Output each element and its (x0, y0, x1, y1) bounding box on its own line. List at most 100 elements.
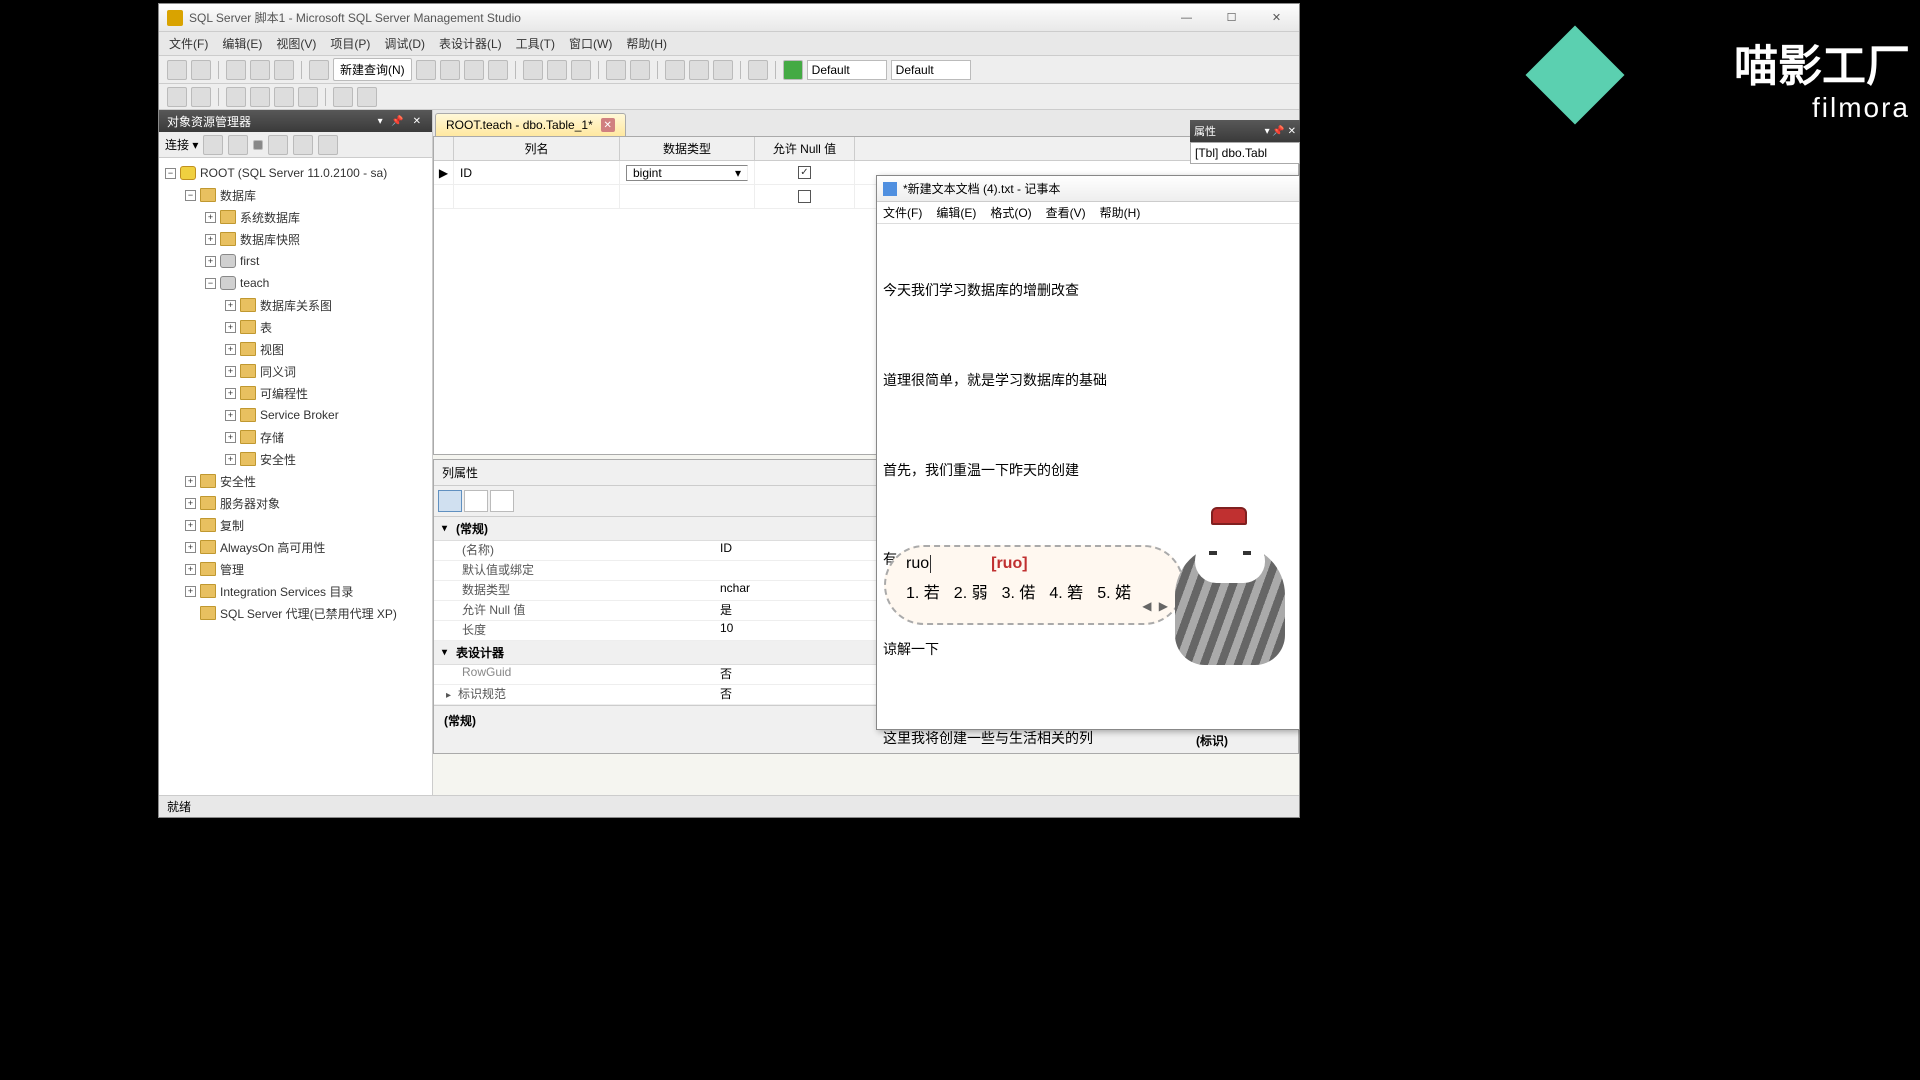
tab-table-designer[interactable]: ROOT.teach - dbo.Table_1* ✕ (435, 113, 626, 136)
tb2-icon-7[interactable] (333, 87, 353, 107)
ime-cand-4[interactable]: 4. 箬 (1049, 579, 1083, 603)
minimize-button[interactable]: — (1164, 6, 1209, 30)
tb-icon-6[interactable] (689, 60, 709, 80)
menu-file[interactable]: 文件(F) (169, 35, 208, 52)
ime-cand-2[interactable]: 2. 弱 (954, 579, 988, 603)
np-menu-view[interactable]: 查看(V) (1046, 204, 1086, 221)
tree-db-snapshot[interactable]: +数据库快照 (159, 228, 432, 250)
tb-icon-1[interactable] (416, 60, 436, 80)
prop-pages-icon[interactable] (490, 490, 514, 512)
redo-icon[interactable] (630, 60, 650, 80)
np-menu-file[interactable]: 文件(F) (883, 204, 922, 221)
tree-server-objects[interactable]: +服务器对象 (159, 492, 432, 514)
np-menu-help[interactable]: 帮助(H) (1100, 204, 1141, 221)
tree-security[interactable]: +安全性 (159, 470, 432, 492)
undo-icon[interactable] (606, 60, 626, 80)
tb-icon-2[interactable] (440, 60, 460, 80)
np-menu-format[interactable]: 格式(O) (990, 204, 1031, 221)
menu-tools[interactable]: 工具(T) (516, 35, 555, 52)
tb2-icon-2[interactable] (191, 87, 211, 107)
tree-sys-db[interactable]: +系统数据库 (159, 206, 432, 228)
tree-db-teach[interactable]: −teach (159, 272, 432, 294)
tb2-icon-6[interactable] (298, 87, 318, 107)
new-query-button[interactable]: 新建查询(N) (333, 58, 412, 81)
cell-col-name[interactable]: ID (454, 161, 620, 184)
open-file-icon[interactable] (226, 60, 246, 80)
menu-debug[interactable]: 调试(D) (384, 35, 425, 52)
tree-programmability[interactable]: +可编程性 (159, 382, 432, 404)
null-checkbox[interactable]: ✓ (798, 166, 811, 179)
menu-project[interactable]: 项目(P) (330, 35, 370, 52)
tree-views[interactable]: +视图 (159, 338, 432, 360)
tb2-icon-3[interactable] (226, 87, 246, 107)
tree-synonyms[interactable]: +同义词 (159, 360, 432, 382)
oe-filter-icon[interactable] (268, 135, 288, 155)
ime-candidate-window[interactable]: ruo [ruo] 1. 若 2. 弱 3. 偌 4. 箬 5. 婼 ◀ ▶ (884, 545, 1184, 625)
prop-sort-icon[interactable] (464, 490, 488, 512)
cell-col-null[interactable]: ✓ (755, 161, 855, 184)
ime-cand-1[interactable]: 1. 若 (906, 579, 940, 603)
watermark-text-en: filmora (1812, 92, 1910, 124)
tree-management[interactable]: +管理 (159, 558, 432, 580)
tb2-icon-4[interactable] (250, 87, 270, 107)
new-project-icon[interactable] (167, 60, 187, 80)
datatype-combo[interactable]: bigint▾ (626, 165, 748, 181)
open-icon[interactable] (191, 60, 211, 80)
execute-icon[interactable] (783, 60, 803, 80)
menu-designer[interactable]: 表设计器(L) (439, 35, 502, 52)
cut-icon[interactable] (523, 60, 543, 80)
menu-window[interactable]: 窗口(W) (569, 35, 612, 52)
tree-diagrams[interactable]: +数据库关系图 (159, 294, 432, 316)
ime-cand-3[interactable]: 3. 偌 (1002, 579, 1036, 603)
connect-dropdown[interactable]: 连接 ▾ (165, 136, 198, 153)
tb2-icon-8[interactable] (357, 87, 377, 107)
copy-icon[interactable] (547, 60, 567, 80)
oe-icon-3[interactable] (293, 135, 313, 155)
tb-icon-4[interactable] (488, 60, 508, 80)
menu-edit[interactable]: 编辑(E) (222, 35, 262, 52)
tb2-icon-5[interactable] (274, 87, 294, 107)
tree-db-first[interactable]: +first (159, 250, 432, 272)
oe-refresh-icon[interactable] (203, 135, 223, 155)
ime-cand-5[interactable]: 5. 婼 (1097, 579, 1131, 603)
tree-service-broker[interactable]: +Service Broker (159, 404, 432, 426)
save-all-icon[interactable] (274, 60, 294, 80)
properties-object-combo[interactable]: [Tbl] dbo.Tabl (1190, 142, 1300, 164)
tab-close-icon[interactable]: ✕ (601, 118, 615, 132)
combo-2[interactable]: Default (891, 60, 971, 80)
tree-tables[interactable]: +表 (159, 316, 432, 338)
tb-icon-5[interactable] (665, 60, 685, 80)
save-icon[interactable] (250, 60, 270, 80)
toolbar-main: 新建查询(N) Default Default (159, 56, 1299, 84)
tree-view[interactable]: −ROOT (SQL Server 11.0.2100 - sa) −数据库 +… (159, 158, 432, 795)
combo-1[interactable]: Default (807, 60, 887, 80)
maximize-button[interactable]: ☐ (1209, 6, 1254, 30)
row-selector-icon[interactable]: ▶ (434, 161, 454, 184)
cell-col-type[interactable]: bigint▾ (620, 161, 755, 184)
tree-replication[interactable]: +复制 (159, 514, 432, 536)
tree-storage[interactable]: +存储 (159, 426, 432, 448)
menu-help[interactable]: 帮助(H) (626, 35, 667, 52)
new-query-icon[interactable] (309, 60, 329, 80)
tb-icon-7[interactable] (713, 60, 733, 80)
close-button[interactable]: ✕ (1254, 6, 1299, 30)
tb2-icon-1[interactable] (167, 87, 187, 107)
properties-pin-icon[interactable]: ▾ 📌 ✕ (1265, 126, 1296, 137)
tb-icon-8[interactable] (748, 60, 768, 80)
tree-alwayson[interactable]: +AlwaysOn 高可用性 (159, 536, 432, 558)
paste-icon[interactable] (571, 60, 591, 80)
tree-agent[interactable]: SQL Server 代理(已禁用代理 XP) (159, 602, 432, 624)
prop-categorized-icon[interactable] (438, 490, 462, 512)
oe-icon-4[interactable] (318, 135, 338, 155)
panel-pin-icon[interactable]: ▾ 📌 ✕ (378, 116, 424, 127)
tb-icon-3[interactable] (464, 60, 484, 80)
tree-databases[interactable]: −数据库 (159, 184, 432, 206)
oe-stop-icon[interactable] (253, 140, 263, 150)
tree-security-db[interactable]: +安全性 (159, 448, 432, 470)
np-menu-edit[interactable]: 编辑(E) (936, 204, 976, 221)
menu-view[interactable]: 视图(V) (276, 35, 316, 52)
tree-is-catalog[interactable]: +Integration Services 目录 (159, 580, 432, 602)
tree-server-root[interactable]: −ROOT (SQL Server 11.0.2100 - sa) (159, 162, 432, 184)
null-checkbox-new[interactable] (798, 190, 811, 203)
oe-icon-2[interactable] (228, 135, 248, 155)
